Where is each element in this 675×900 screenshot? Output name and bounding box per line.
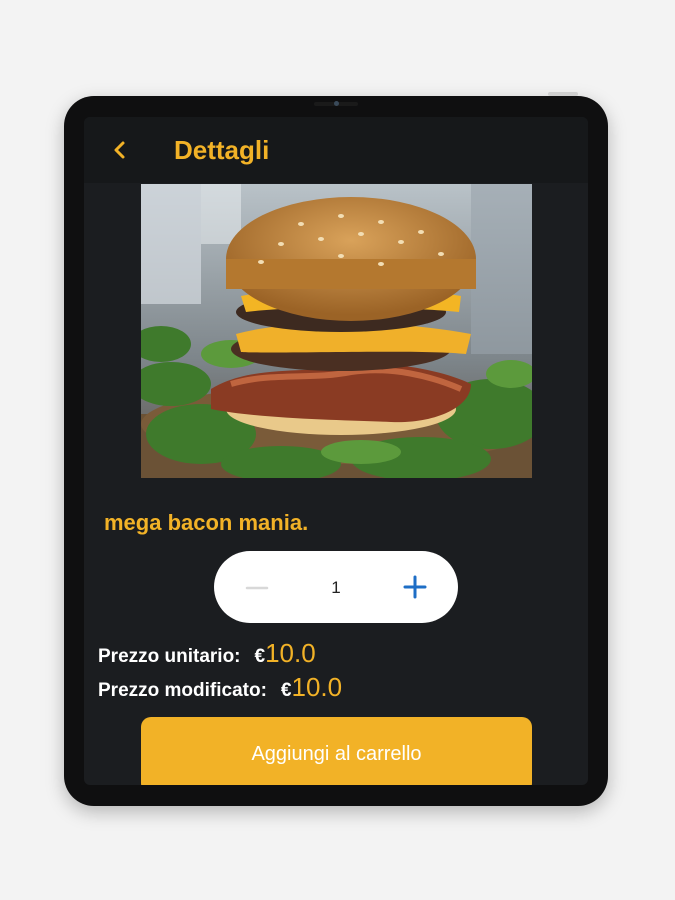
product-image [141,184,532,478]
increment-button[interactable] [400,571,430,603]
minus-icon [245,586,269,590]
power-button [548,92,578,96]
burger-photo [141,184,532,478]
modified-price-label: Prezzo modificato: [98,680,267,701]
app-bar: Dettagli [84,117,588,183]
quantity-stepper: 1 [214,551,458,623]
product-name: mega bacon mania. [104,510,309,535]
modified-price-row: Prezzo modificato: €10.0 [98,673,342,705]
modified-price-value: 10.0 [291,672,343,702]
camera-icon [334,101,339,106]
unit-price-label: Prezzo unitario: [98,646,241,667]
chevron-left-icon [114,141,125,159]
unit-price-row: Prezzo unitario: €10.0 [98,639,316,671]
add-to-cart-button[interactable]: Aggiungi al carrello [141,717,532,785]
quantity-value: 1 [331,578,341,597]
unit-price-value: 10.0 [265,638,316,668]
decrement-button[interactable] [242,573,272,603]
app-screen: Dettagli mega bacon mania. 1 Prezzo unit… [84,117,588,785]
unit-price-currency: € [254,646,266,667]
back-button[interactable] [108,137,132,163]
page-title: Dettagli [174,135,270,165]
modified-price-currency: € [280,680,292,701]
plus-icon [403,575,427,599]
